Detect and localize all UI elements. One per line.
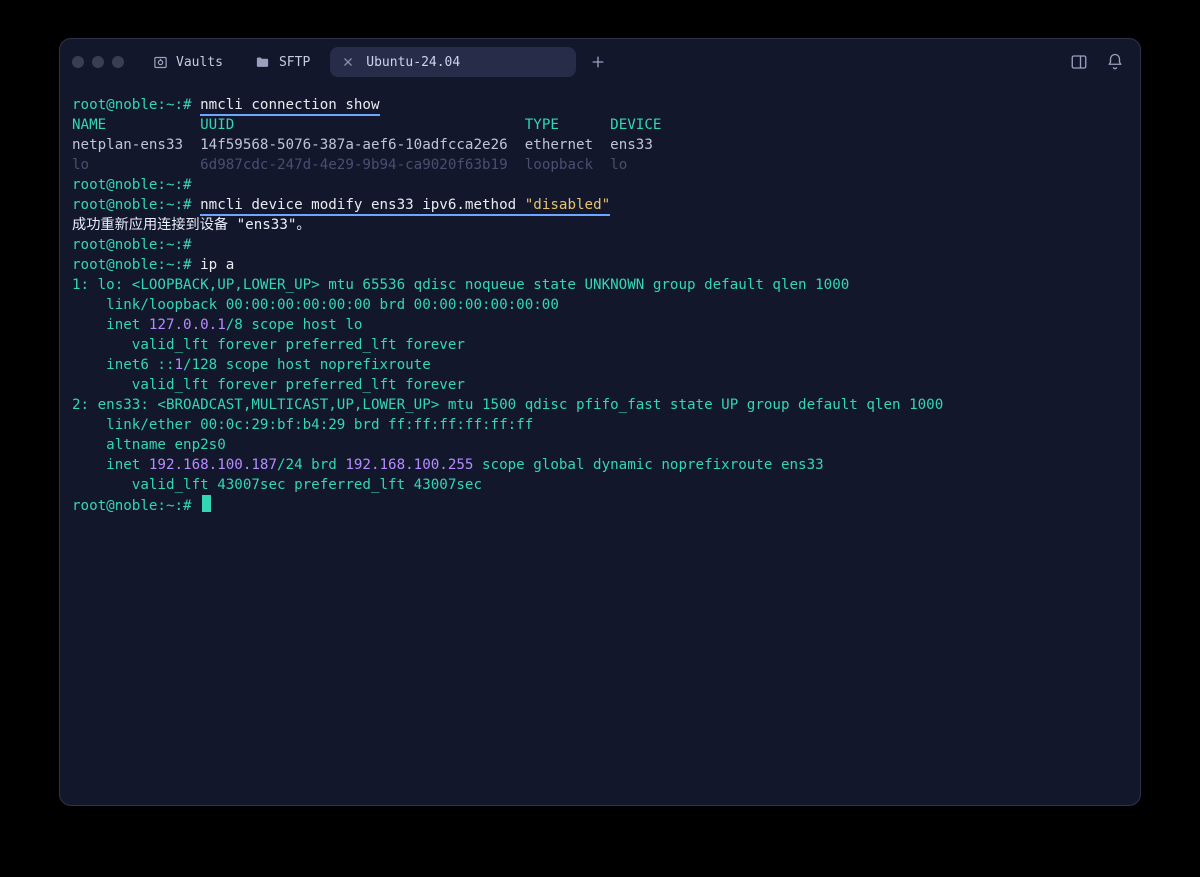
bell-icon[interactable] — [1106, 53, 1124, 71]
new-tab-button[interactable] — [584, 48, 612, 76]
cmd-nmcli-modify: nmcli device modify ens33 ipv6.method — [200, 197, 525, 216]
row2-dev: lo — [610, 157, 627, 173]
close-tab-icon[interactable] — [342, 56, 354, 68]
row1-uuid: 14f59568-5076-387a-aef6-10adfcca2e26 — [200, 137, 508, 153]
row1-name: netplan-ens33 — [72, 137, 183, 153]
tab-vaults[interactable]: Vaults — [140, 47, 235, 77]
row2-uuid: 6d987cdc-247d-4e29-9b94-ca9020f63b19 — [200, 157, 508, 173]
ipa-l11: valid_lft 43007sec preferred_lft 43007se… — [72, 477, 482, 493]
terminal-output[interactable]: root@noble:~:# nmcli connection show NAM… — [60, 85, 1140, 805]
minimize-window-button[interactable] — [92, 56, 104, 68]
ipa-l9: altname enp2s0 — [72, 437, 226, 453]
titlebar-right-icons — [1070, 53, 1124, 71]
ipa-l1: 1: lo: <LOOPBACK,UP,LOWER_UP> mtu 65536 … — [72, 277, 849, 293]
ipa-l2: link/loopback 00:00:00:00:00:00 brd 00:0… — [72, 297, 559, 313]
tab-ubuntu[interactable]: Ubuntu-24.04 — [330, 47, 576, 77]
cursor — [202, 495, 211, 512]
row2-type: loopback — [525, 157, 593, 173]
ipa-l4: valid_lft forever preferred_lft forever — [72, 337, 465, 353]
titlebar: Vaults SFTP Ubuntu-24.04 — [60, 39, 1140, 85]
close-window-button[interactable] — [72, 56, 84, 68]
prompt: root@noble:~ — [72, 97, 175, 113]
prompt-hash: # — [183, 97, 192, 113]
maximize-window-button[interactable] — [112, 56, 124, 68]
ipa-l8: link/ether 00:0c:29:bf:b4:29 brd ff:ff:f… — [72, 417, 533, 433]
cmd-nmcli-show: nmcli connection show — [200, 97, 379, 116]
tab-ubuntu-label: Ubuntu-24.04 — [366, 55, 460, 70]
col-type: TYPE — [525, 117, 559, 133]
terminal-window: Vaults SFTP Ubuntu-24.04 — [59, 38, 1141, 806]
folder-icon — [255, 54, 271, 70]
cmd-nmcli-modify-arg: "disabled" — [525, 197, 610, 216]
col-device: DEVICE — [610, 117, 661, 133]
col-uuid: UUID — [200, 117, 234, 133]
panel-icon[interactable] — [1070, 53, 1088, 71]
row1-type: ethernet — [525, 137, 593, 153]
row1-dev: ens33 — [610, 137, 653, 153]
tab-sftp-label: SFTP — [279, 55, 310, 70]
tab-sftp[interactable]: SFTP — [243, 47, 322, 77]
col-name: NAME — [72, 117, 106, 133]
tab-vaults-label: Vaults — [176, 55, 223, 70]
cmd-ip-a: ip a — [200, 257, 234, 273]
window-controls — [72, 56, 124, 68]
success-message: 成功重新应用连接到设备 "ens33"。 — [72, 217, 311, 233]
row2-name: lo — [72, 157, 89, 173]
vault-icon — [152, 54, 168, 70]
ipa-l7: 2: ens33: <BROADCAST,MULTICAST,UP,LOWER_… — [72, 397, 943, 413]
ipa-l6: valid_lft forever preferred_lft forever — [72, 377, 465, 393]
